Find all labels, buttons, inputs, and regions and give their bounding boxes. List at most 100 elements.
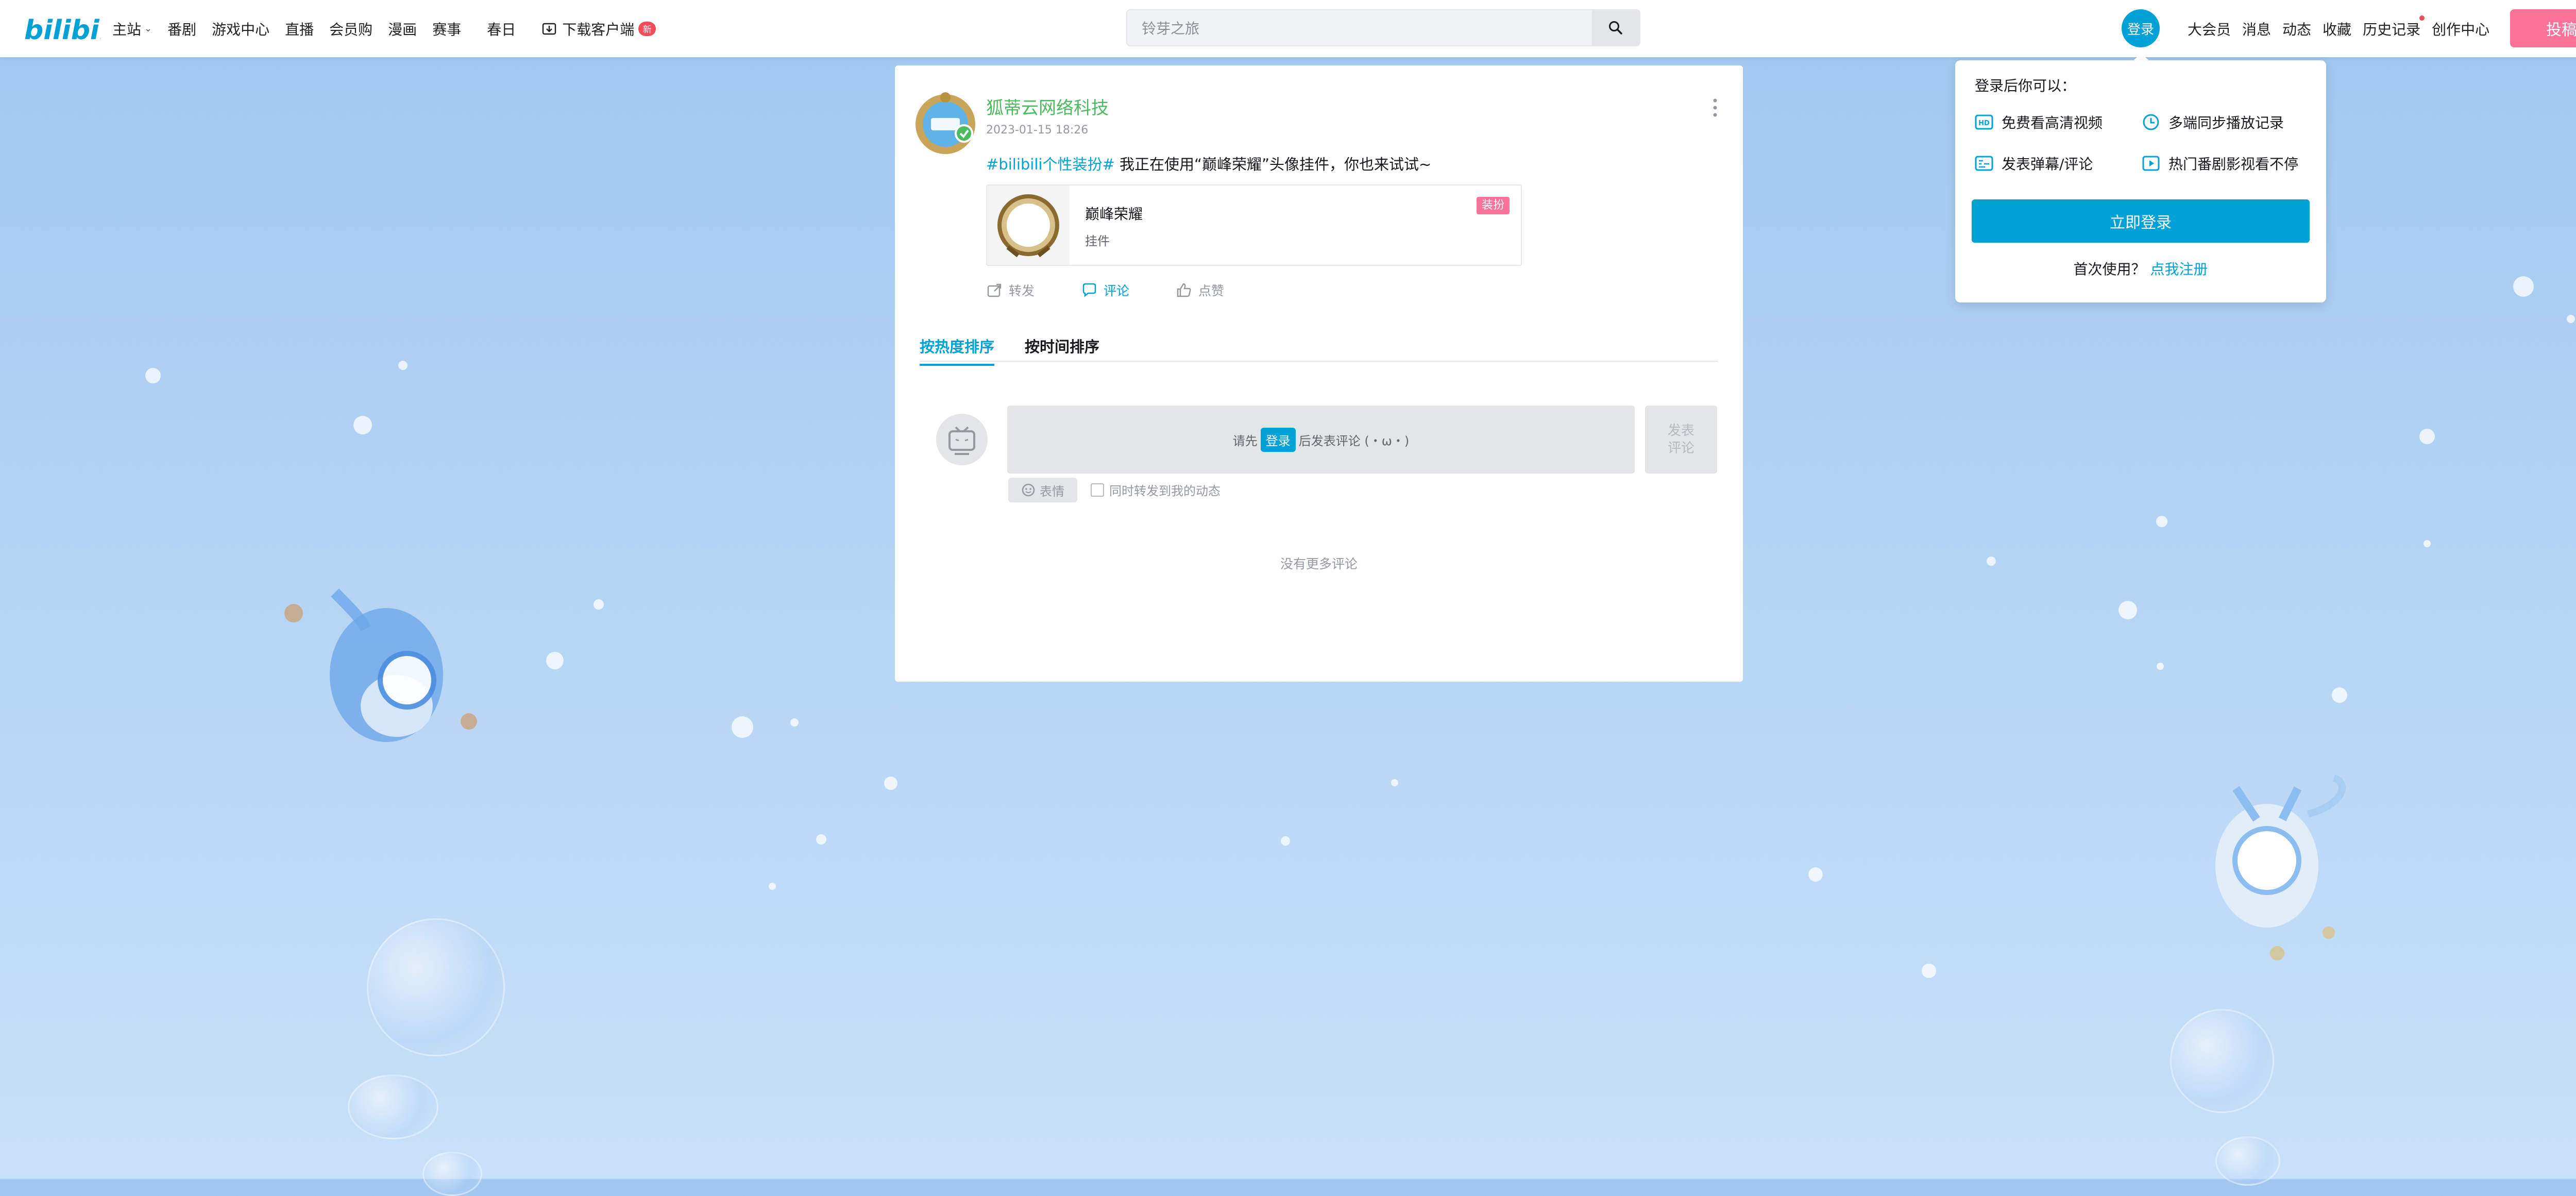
register-prompt: 首次使用？ 点我注册: [1955, 258, 2326, 279]
main-nav: 主站 ⌄ 番剧 游戏中心 直播 会员购 漫画 赛事 春日 下载客户端 新: [112, 0, 671, 57]
checkbox[interactable]: [1091, 483, 1104, 497]
feature-hd: HD 免费看高清视频: [1974, 112, 2103, 132]
download-icon: [542, 23, 556, 35]
author-avatar[interactable]: [913, 92, 977, 156]
nav-item-spring[interactable]: 春日: [487, 19, 516, 39]
more-options-icon[interactable]: [1710, 96, 1720, 119]
feature-anime: 热门番剧影视看不停: [2141, 153, 2298, 174]
comment-button[interactable]: 评论: [1081, 281, 1129, 299]
new-badge: 新: [638, 21, 656, 36]
nav-history[interactable]: 历史记录: [2363, 15, 2425, 39]
share-button[interactable]: 转发: [986, 281, 1035, 299]
post-comment-button[interactable]: 发表 评论: [1645, 406, 1717, 474]
popup-arrow: [2133, 54, 2149, 61]
forward-to-dynamic-checkbox[interactable]: 同时转发到我的动态: [1091, 481, 1221, 499]
author-name[interactable]: 狐蒂云网络科技: [986, 94, 1109, 119]
feature-label: 免费看高清视频: [2002, 114, 2103, 131]
guest-avatar: [936, 414, 988, 465]
download-label: 下载客户端: [562, 21, 635, 38]
nav-messages[interactable]: 消息: [2242, 19, 2271, 39]
comment-label: 评论: [1104, 283, 1130, 298]
svg-text:bilibili: bilibili: [24, 15, 100, 46]
forward-label: 同时转发到我的动态: [1109, 484, 1221, 498]
nav-dynamics[interactable]: 动态: [2282, 19, 2311, 39]
nav-item-label: 番剧: [167, 21, 197, 38]
topic-link[interactable]: #bilibili个性装扮#: [986, 156, 1115, 173]
register-prompt-text: 首次使用？: [2073, 261, 2146, 278]
nav-vip[interactable]: 大会员: [2188, 19, 2231, 39]
nav-item-label: 游戏中心: [212, 21, 270, 38]
decoration-thumbnail: [987, 186, 1070, 265]
upload-button[interactable]: 投稿: [2510, 9, 2576, 47]
nav-item-mall[interactable]: 会员购: [329, 19, 372, 39]
login-avatar-button[interactable]: 登录: [2122, 9, 2160, 47]
svg-text:HD: HD: [1978, 120, 1990, 127]
nav-favorites[interactable]: 收藏: [2323, 19, 2351, 39]
comment-prompt-suffix: 后发表评论 (・ω・): [1298, 433, 1410, 448]
post-actions: 转发 评论 点赞: [986, 281, 1270, 299]
emoji-button[interactable]: 表情: [1008, 478, 1077, 502]
nav-history-label: 历史记录: [2363, 21, 2421, 38]
share-label: 转发: [1009, 283, 1035, 298]
comment-prompt-prefix: 请先: [1232, 433, 1258, 448]
clock-icon: [2143, 114, 2159, 130]
emoji-icon: [1022, 483, 1035, 497]
pendant-frame-image: [997, 194, 1059, 258]
mascot-diver-left: [284, 588, 477, 742]
download-client-link[interactable]: 下载客户端 新: [541, 19, 656, 39]
post-card: 狐蒂云网络科技 2023-01-15 18:26 #bilibili个性装扮# …: [895, 65, 1743, 682]
nav-item-main[interactable]: 主站 ⌄: [112, 19, 152, 39]
nav-item-manga[interactable]: 漫画: [388, 19, 417, 39]
post-time: 2023-01-15 18:26: [986, 124, 1089, 137]
nav-item-anime[interactable]: 番剧: [167, 19, 196, 39]
login-popup: 登录后你可以： HD 免费看高清视频 多端同步播放记录 发表弹幕/评论 热门番剧…: [1955, 60, 2326, 302]
nav-item-game-center[interactable]: 游戏中心: [212, 19, 269, 39]
login-now-label: 立即登录: [2110, 214, 2172, 232]
decoration-name: 巅峰荣耀: [1085, 206, 1143, 223]
tab-sort-time[interactable]: 按时间排序: [1025, 335, 1099, 364]
search-input[interactable]: [1141, 10, 1575, 46]
nav-item-label: 春日: [487, 21, 516, 38]
bilibili-logo[interactable]: bilibili: [24, 10, 100, 46]
post-content: #bilibili个性装扮# 我正在使用“巅峰荣耀”头像挂件，你也来试试~: [986, 153, 1431, 174]
feature-label: 热门番剧影视看不停: [2168, 156, 2299, 173]
search-button[interactable]: [1592, 10, 1639, 45]
feature-label: 多端同步播放记录: [2168, 114, 2284, 131]
nav-item-label: 赛事: [432, 21, 462, 38]
feature-danmaku: 发表弹幕/评论: [1974, 153, 2093, 174]
feature-sync-history: 多端同步播放记录: [2141, 112, 2284, 132]
tv-face-icon: [948, 426, 975, 455]
login-now-button[interactable]: 立即登录: [1972, 199, 2310, 243]
nav-item-live[interactable]: 直播: [285, 19, 314, 39]
emoji-label: 表情: [1040, 484, 1064, 499]
feature-label: 发表弹幕/评论: [2002, 156, 2093, 173]
hd-icon: HD: [1975, 114, 1993, 130]
like-label: 点赞: [1198, 283, 1225, 298]
tab-sort-hot[interactable]: 按热度排序: [920, 335, 995, 366]
search-icon: [1609, 21, 1622, 35]
nav-item-label: 直播: [285, 21, 314, 38]
post-comment-label: 发表 评论: [1667, 423, 1694, 456]
decoration-type: 挂件: [1085, 234, 1110, 248]
share-icon: [987, 283, 1002, 297]
nav-creator-center[interactable]: 创作中心: [2432, 19, 2489, 39]
mascot-diver-right: [2215, 774, 2346, 961]
danmaku-icon: [1975, 156, 1993, 171]
decoration-card[interactable]: 巅峰荣耀 挂件 装扮: [986, 184, 1522, 266]
search-bar: [1126, 9, 1640, 46]
chevron-down-icon: ⌄: [144, 23, 152, 34]
top-bar: bilibili 主站 ⌄ 番剧 游戏中心 直播 会员购 漫画 赛事 春日 下载…: [0, 0, 2576, 57]
user-nav: 大会员 消息 动态 收藏 历史记录 创作中心: [2188, 0, 2501, 57]
notification-dot: [2419, 15, 2425, 21]
popup-title: 登录后你可以：: [1975, 77, 2076, 94]
nav-item-label: 会员购: [329, 21, 373, 38]
nav-item-esports[interactable]: 赛事: [432, 19, 461, 39]
nav-item-label: 漫画: [388, 21, 417, 38]
no-more-comments: 没有更多评论: [1280, 557, 1358, 571]
comment-input[interactable]: 请先 登录 后发表评论 (・ω・): [1007, 406, 1635, 474]
login-label: 登录: [2127, 22, 2154, 38]
like-button[interactable]: 点赞: [1176, 281, 1224, 299]
comment-login-button[interactable]: 登录: [1260, 427, 1296, 452]
register-link[interactable]: 点我注册: [2150, 261, 2208, 278]
comment-icon: [1082, 283, 1096, 297]
